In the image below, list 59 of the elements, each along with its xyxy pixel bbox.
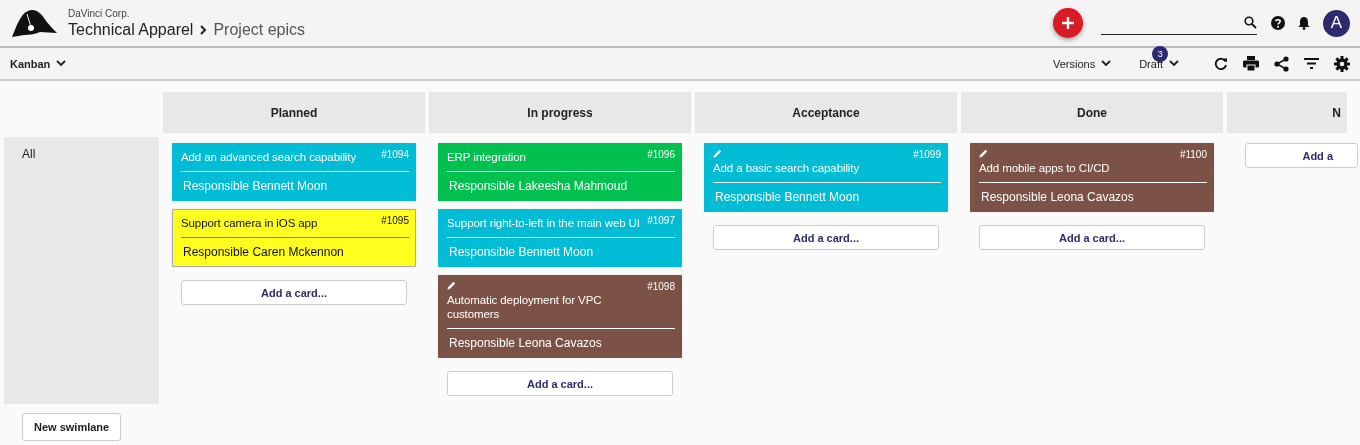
new-swimlane-button[interactable]: New swimlane bbox=[22, 413, 122, 441]
add-card-button[interactable]: Add a card... bbox=[447, 371, 673, 396]
add-card-button[interactable]: Add a card... bbox=[181, 280, 407, 305]
card-number: #1097 bbox=[647, 215, 675, 228]
card-number: #1098 bbox=[647, 281, 675, 294]
user-avatar[interactable]: A bbox=[1323, 9, 1350, 37]
card-title: Add an advanced search capability bbox=[181, 150, 357, 164]
page-title: Project epics bbox=[213, 20, 305, 39]
filter-icon[interactable] bbox=[1304, 58, 1319, 69]
caret-icon bbox=[56, 60, 67, 67]
add-fab[interactable] bbox=[1053, 8, 1083, 38]
plus-icon bbox=[1061, 16, 1075, 30]
card-number: #1095 bbox=[381, 215, 409, 228]
card-number: #1094 bbox=[381, 149, 409, 162]
project-breadcrumb[interactable]: Technical Apparel bbox=[68, 20, 194, 39]
card-title: Automatic deployment for VPC customers bbox=[447, 293, 603, 321]
card-title: Add mobile apps to CI/CD bbox=[979, 161, 1110, 175]
card-responsible: Responsible Bennett Moon bbox=[182, 179, 329, 193]
epic-card[interactable]: Support camera in iOS app #1095 Responsible Caren Mckennon bbox=[172, 209, 416, 267]
add-card-button[interactable]: Add a card... bbox=[713, 225, 939, 250]
card-number: #1096 bbox=[647, 149, 675, 162]
pencil-icon[interactable] bbox=[447, 281, 456, 290]
column-header: Done bbox=[961, 92, 1223, 133]
card-title: ERP integration bbox=[447, 150, 526, 164]
card-title: Add a basic search capability bbox=[713, 161, 860, 175]
column-header: N bbox=[1227, 92, 1347, 133]
epic-card[interactable]: Add mobile apps to CI/CD #1100 Responsible Leona Cavazos bbox=[970, 143, 1214, 212]
card-number: #1100 bbox=[1179, 149, 1207, 162]
company-name: DaVinci Corp. bbox=[68, 7, 131, 19]
swimlane-label: All bbox=[22, 147, 36, 161]
help-icon[interactable] bbox=[1271, 16, 1285, 30]
card-responsible: Responsible Leona Cavazos bbox=[448, 336, 603, 350]
search-icon[interactable] bbox=[1244, 16, 1257, 29]
column-header: In progress bbox=[429, 92, 691, 133]
view-dropdown[interactable]: Kanban bbox=[10, 57, 67, 70]
card-responsible: Responsible Bennett Moon bbox=[448, 245, 595, 259]
card-responsible: Responsible Leona Cavazos bbox=[980, 190, 1135, 204]
pencil-icon[interactable] bbox=[979, 149, 988, 158]
share-icon[interactable] bbox=[1274, 55, 1289, 72]
settings-icon[interactable] bbox=[1334, 55, 1350, 72]
card-responsible: Responsible Bennett Moon bbox=[714, 190, 861, 204]
column-header: Acceptance bbox=[695, 92, 957, 133]
caret-icon bbox=[1101, 60, 1112, 67]
card-number: #1099 bbox=[913, 149, 941, 162]
card-responsible: Responsible Lakeesha Mahmoud bbox=[448, 179, 629, 193]
print-icon[interactable] bbox=[1243, 56, 1259, 71]
card-responsible: Responsible Caren Mckennon bbox=[182, 245, 345, 259]
epic-card[interactable]: Automatic deployment for VPC customers #1098 Responsible Leona Cavazos bbox=[438, 275, 682, 358]
add-card-button[interactable]: Add a bbox=[1245, 143, 1358, 168]
chevron-right-icon bbox=[198, 23, 209, 36]
caret-icon bbox=[1169, 60, 1179, 67]
versions-dropdown[interactable]: Versions bbox=[1052, 57, 1112, 70]
card-title: Support right-to-left in the main web UI bbox=[447, 216, 640, 230]
column-header: Planned bbox=[163, 92, 425, 133]
hat-logo-icon[interactable] bbox=[10, 8, 58, 38]
refresh-icon[interactable] bbox=[1214, 56, 1228, 71]
card-title: Support camera in iOS app bbox=[181, 216, 318, 230]
bell-icon[interactable] bbox=[1298, 16, 1310, 30]
add-card-button[interactable]: Add a card... bbox=[979, 225, 1205, 250]
